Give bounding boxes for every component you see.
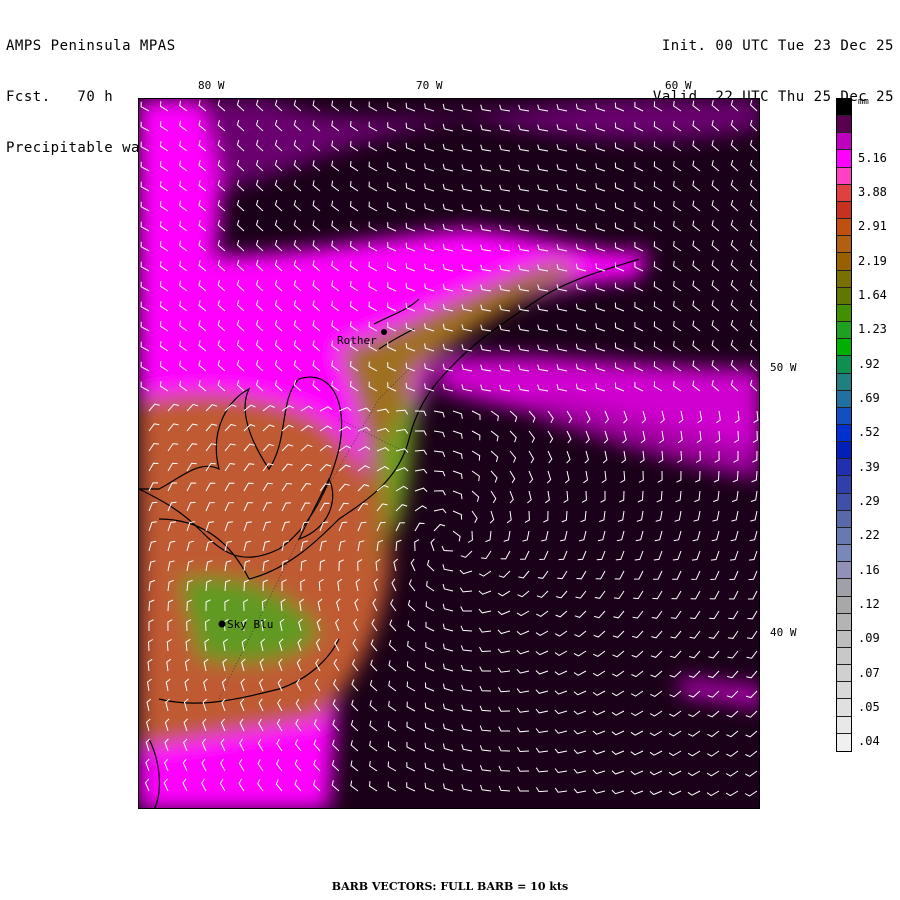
map-svg — [139, 99, 759, 808]
colorbar-box — [837, 253, 851, 271]
lon-label-60w: 60 W — [665, 79, 692, 92]
pwv-map-panel: Rother Sky Blu — [138, 98, 760, 809]
colorbar-box — [837, 116, 851, 134]
colorbar-box — [837, 733, 851, 751]
lat-label-50w: 50 W — [770, 361, 797, 374]
colorbar-box — [837, 510, 851, 528]
colorbar-label: 5.16 — [858, 150, 887, 165]
colorbar-box — [837, 630, 851, 648]
colorbar-box — [837, 236, 851, 254]
init-time: Init. 00 UTC Tue 23 Dec 25 — [661, 38, 894, 54]
colorbar-box — [837, 579, 851, 597]
colorbar-label: .04 — [858, 734, 880, 749]
colorbar-box — [837, 339, 851, 357]
colorbar-label: 1.23 — [858, 322, 887, 337]
colorbar-box — [837, 476, 851, 494]
lon-label-70w: 70 W — [416, 79, 443, 92]
colorbar-label: .52 — [858, 425, 880, 440]
colorbar-box — [837, 373, 851, 391]
colorbar-box — [837, 322, 851, 340]
colorbar-box — [837, 167, 851, 185]
colorbar-label: .92 — [858, 356, 880, 371]
colorbar-label: .29 — [858, 493, 880, 508]
barb-legend: BARB VECTORS: FULL BARB = 10 kts — [331, 880, 569, 893]
colorbar-box — [837, 270, 851, 288]
colorbar-label: 1.64 — [858, 287, 887, 302]
colorbar-label: .12 — [858, 596, 880, 611]
lat-label-40w: 40 W — [770, 626, 797, 639]
colorbar-box — [837, 596, 851, 614]
colorbar-box — [837, 287, 851, 305]
colorbar-box — [837, 150, 851, 168]
colorbar-label: .22 — [858, 528, 880, 543]
colorbar-box — [837, 304, 851, 323]
lon-label-80w: 80 W — [198, 79, 225, 92]
colorbar-box — [837, 648, 851, 666]
colorbar-box — [837, 459, 851, 477]
colorbar-box — [837, 390, 851, 408]
colorbar-box — [837, 442, 851, 460]
station-marker-skyblu — [218, 620, 226, 628]
colorbar-label: .05 — [858, 699, 880, 714]
colorbar-label: 2.91 — [858, 219, 887, 234]
colorbar-box — [837, 407, 851, 425]
colorbar-label: .16 — [858, 562, 880, 577]
colorbar-box — [837, 356, 851, 374]
colorbar — [836, 98, 852, 752]
colorbar-label: 2.19 — [858, 253, 887, 268]
colorbar-box — [837, 527, 851, 546]
station-marker-rother — [381, 329, 387, 335]
colorbar-box — [837, 219, 851, 237]
colorbar-label: .39 — [858, 459, 880, 474]
colorbar-box — [837, 99, 851, 117]
colorbar-box — [837, 201, 851, 220]
colorbar-label: 3.88 — [858, 184, 887, 199]
station-label-skyblu: Sky Blu — [227, 618, 274, 631]
colorbar-box — [837, 716, 851, 734]
colorbar-box — [837, 133, 851, 151]
model-title: AMPS Peninsula MPAS — [6, 38, 176, 54]
colorbar-label: .69 — [858, 390, 880, 405]
colorbar-unit: mm — [858, 97, 869, 107]
colorbar-box — [837, 424, 851, 443]
colorbar-label: .07 — [858, 665, 880, 680]
station-label-rother: Rother — [337, 334, 377, 347]
colorbar-box — [837, 493, 851, 511]
colorbar-box — [837, 682, 851, 700]
colorbar-box — [837, 545, 851, 563]
colorbar-box — [837, 699, 851, 717]
colorbar-box — [837, 562, 851, 580]
colorbar-box — [837, 665, 851, 683]
colorbar-label: .09 — [858, 631, 880, 646]
colorbar-box — [837, 184, 851, 202]
colorbar-box — [837, 613, 851, 631]
